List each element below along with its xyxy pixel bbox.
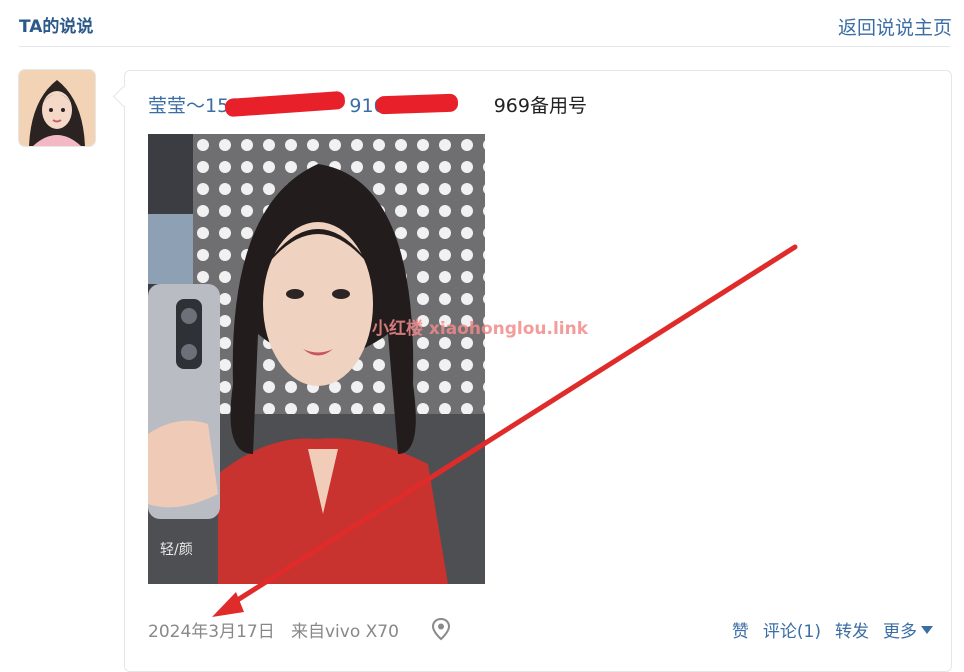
like-button[interactable]: 赞 [732, 617, 749, 642]
more-label: 更多 [883, 622, 917, 642]
photo-caption: 轻/颜 [160, 542, 193, 558]
post-card: 莹莹～15219163969备用号 [112, 70, 952, 672]
post-device: 来自vivo X70 [291, 622, 399, 642]
post-header: 莹莹～15219163969备用号 [148, 91, 587, 118]
redaction-mark [375, 93, 459, 115]
post-date: 2024年3月17日 [148, 622, 275, 642]
card-pointer [112, 85, 135, 108]
page-header: TA的说说 返回说说主页 [0, 0, 964, 47]
avatar[interactable] [19, 70, 95, 146]
share-button[interactable]: 转发 [835, 617, 869, 642]
post-footer: 2024年3月17日 来自vivo X70 赞 评论(1) 转发 更多 [148, 617, 933, 642]
caret-down-icon [921, 625, 933, 634]
section-title: TA的说说 [19, 17, 94, 37]
location-pin-icon[interactable] [430, 617, 452, 641]
post-photo[interactable]: 轻/颜 [148, 134, 485, 584]
post-text-suffix: 969备用号 [493, 95, 587, 117]
post-actions: 赞 评论(1) 转发 更多 [732, 617, 933, 642]
comment-button[interactable]: 评论(1) [763, 617, 821, 642]
back-to-feed-link[interactable]: 返回说说主页 [838, 13, 952, 40]
more-menu-button[interactable]: 更多 [883, 617, 933, 642]
watermark: 小红楼 xiaohonglou.link [372, 319, 589, 339]
header-divider [19, 46, 950, 47]
